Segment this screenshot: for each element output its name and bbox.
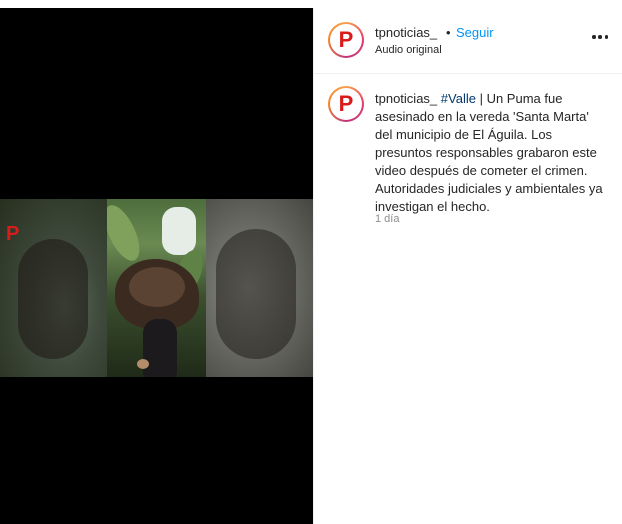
sky-area — [162, 207, 196, 255]
follow-button[interactable]: Seguir — [456, 25, 494, 40]
watermark-logo: P — [6, 223, 20, 245]
post-header: P tpnoticias_ • Seguir Audio original — [314, 8, 622, 74]
more-dot — [604, 35, 608, 39]
avatar-logo: P — [338, 91, 354, 116]
page-top-edge — [0, 0, 622, 8]
puma-fur — [129, 267, 185, 307]
video-content — [107, 199, 206, 377]
more-dot — [598, 35, 602, 39]
more-horizontal-icon[interactable] — [592, 34, 608, 40]
avatar[interactable]: P — [328, 22, 364, 58]
audio-link[interactable]: Audio original — [375, 44, 442, 56]
username-link[interactable]: tpnoticias_ — [375, 25, 437, 40]
caption-avatar[interactable]: P — [328, 86, 364, 122]
video-frame[interactable]: P — [0, 199, 313, 377]
hand-figure — [137, 359, 149, 369]
separator-dot: • — [446, 25, 451, 40]
post-caption: tpnoticias_ #Valle | Un Puma fue asesina… — [375, 90, 607, 216]
post-side-panel: P tpnoticias_ • Seguir Audio original P … — [313, 8, 622, 524]
caption-username-link[interactable]: tpnoticias_ — [375, 91, 437, 106]
more-dot — [592, 35, 596, 39]
caption-text: | Un Puma fue asesinado en la vereda 'Sa… — [375, 91, 603, 214]
person-figure — [143, 319, 177, 377]
avatar-inner: P — [330, 24, 362, 56]
avatar-inner: P — [330, 88, 362, 120]
blurred-background-right — [206, 199, 313, 377]
video-player[interactable]: P — [0, 8, 313, 524]
foliage — [107, 200, 147, 266]
hashtag-link[interactable]: #Valle — [441, 91, 476, 106]
post-timestamp[interactable]: 1 día — [375, 213, 399, 225]
avatar-logo: P — [338, 27, 354, 52]
